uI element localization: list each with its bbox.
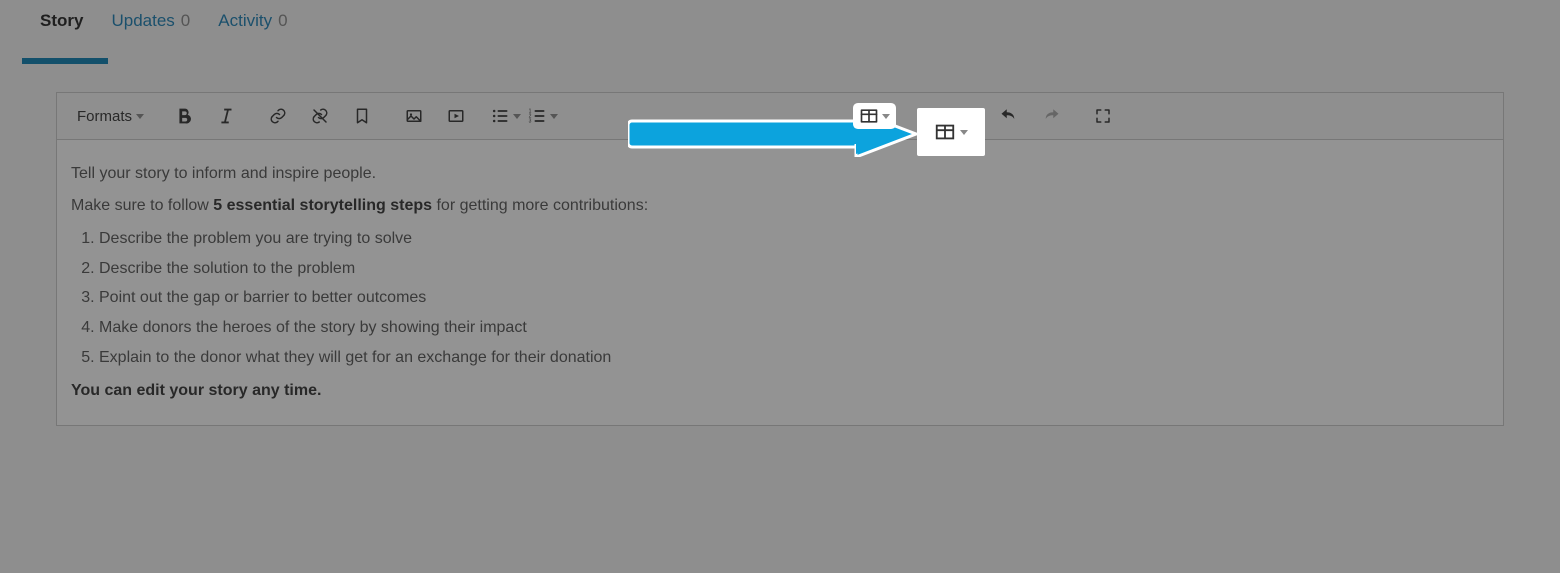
bullet-list-dropdown[interactable] (487, 106, 524, 126)
list-item: Explain to the donor what they will get … (99, 345, 1489, 371)
svg-text:3: 3 (529, 119, 532, 125)
editor-body[interactable]: Tell your story to inform and inspire pe… (57, 140, 1503, 425)
formats-label: Formats (77, 108, 132, 125)
tab-count: 0 (278, 11, 287, 31)
redo-button[interactable] (1034, 99, 1068, 133)
chevron-down-icon (136, 114, 144, 119)
bookmark-icon (353, 107, 371, 125)
editor-toolbar: Formats (57, 93, 1503, 140)
paragraph-button[interactable] (908, 99, 942, 133)
list-item: Point out the gap or barrier to better o… (99, 285, 1489, 311)
undo-button[interactable] (992, 99, 1026, 133)
story-line-2: Make sure to follow 5 essential storytel… (71, 193, 1489, 219)
numbered-list-icon: 123 (527, 106, 547, 126)
tab-label: Story (40, 11, 83, 31)
undo-icon (1000, 107, 1018, 125)
numbered-list-dropdown[interactable]: 123 (524, 106, 561, 126)
clear-format-button[interactable]: x (950, 99, 984, 133)
redo-icon (1042, 107, 1060, 125)
bullet-list-icon (490, 106, 510, 126)
tab-count: 0 (181, 11, 190, 31)
bold-icon (173, 105, 195, 127)
svg-text:x: x (968, 118, 972, 125)
tab-updates[interactable]: Updates 0 (111, 11, 190, 45)
tab-bar: Story Updates 0 Activity 0 (0, 0, 1560, 48)
clear-format-icon: x (958, 107, 976, 125)
chevron-down-icon (513, 114, 521, 119)
image-button[interactable] (397, 99, 431, 133)
video-icon (447, 107, 465, 125)
tab-activity[interactable]: Activity 0 (218, 11, 287, 45)
image-icon (405, 107, 423, 125)
tab-underline (22, 58, 108, 64)
link-icon (269, 107, 287, 125)
tab-label: Activity (218, 11, 272, 31)
unlink-icon (311, 107, 329, 125)
editor: Formats (56, 92, 1504, 426)
table-icon (859, 106, 879, 126)
chevron-down-icon (550, 114, 558, 119)
unlink-button[interactable] (303, 99, 337, 133)
list-item: Describe the solution to the problem (99, 256, 1489, 282)
chevron-down-icon (882, 114, 890, 119)
tab-label: Updates (111, 11, 174, 31)
fullscreen-button[interactable] (1086, 99, 1120, 133)
table-dropdown[interactable] (856, 106, 893, 126)
anchor-button[interactable] (345, 99, 379, 133)
story-steps-list: Describe the problem you are trying to s… (99, 226, 1489, 370)
fullscreen-icon (1094, 107, 1112, 125)
link-button[interactable] (261, 99, 295, 133)
bold-button[interactable] (167, 99, 201, 133)
formats-dropdown[interactable]: Formats (67, 99, 154, 133)
italic-button[interactable] (209, 99, 243, 133)
media-button[interactable] (439, 99, 473, 133)
story-line-3: You can edit your story any time. (71, 378, 1489, 404)
list-item: Describe the problem you are trying to s… (99, 226, 1489, 252)
pilcrow-icon (916, 107, 934, 125)
italic-icon (215, 105, 237, 127)
list-item: Make donors the heroes of the story by s… (99, 315, 1489, 341)
story-line-1: Tell your story to inform and inspire pe… (71, 161, 1489, 187)
tab-story[interactable]: Story (40, 11, 83, 45)
